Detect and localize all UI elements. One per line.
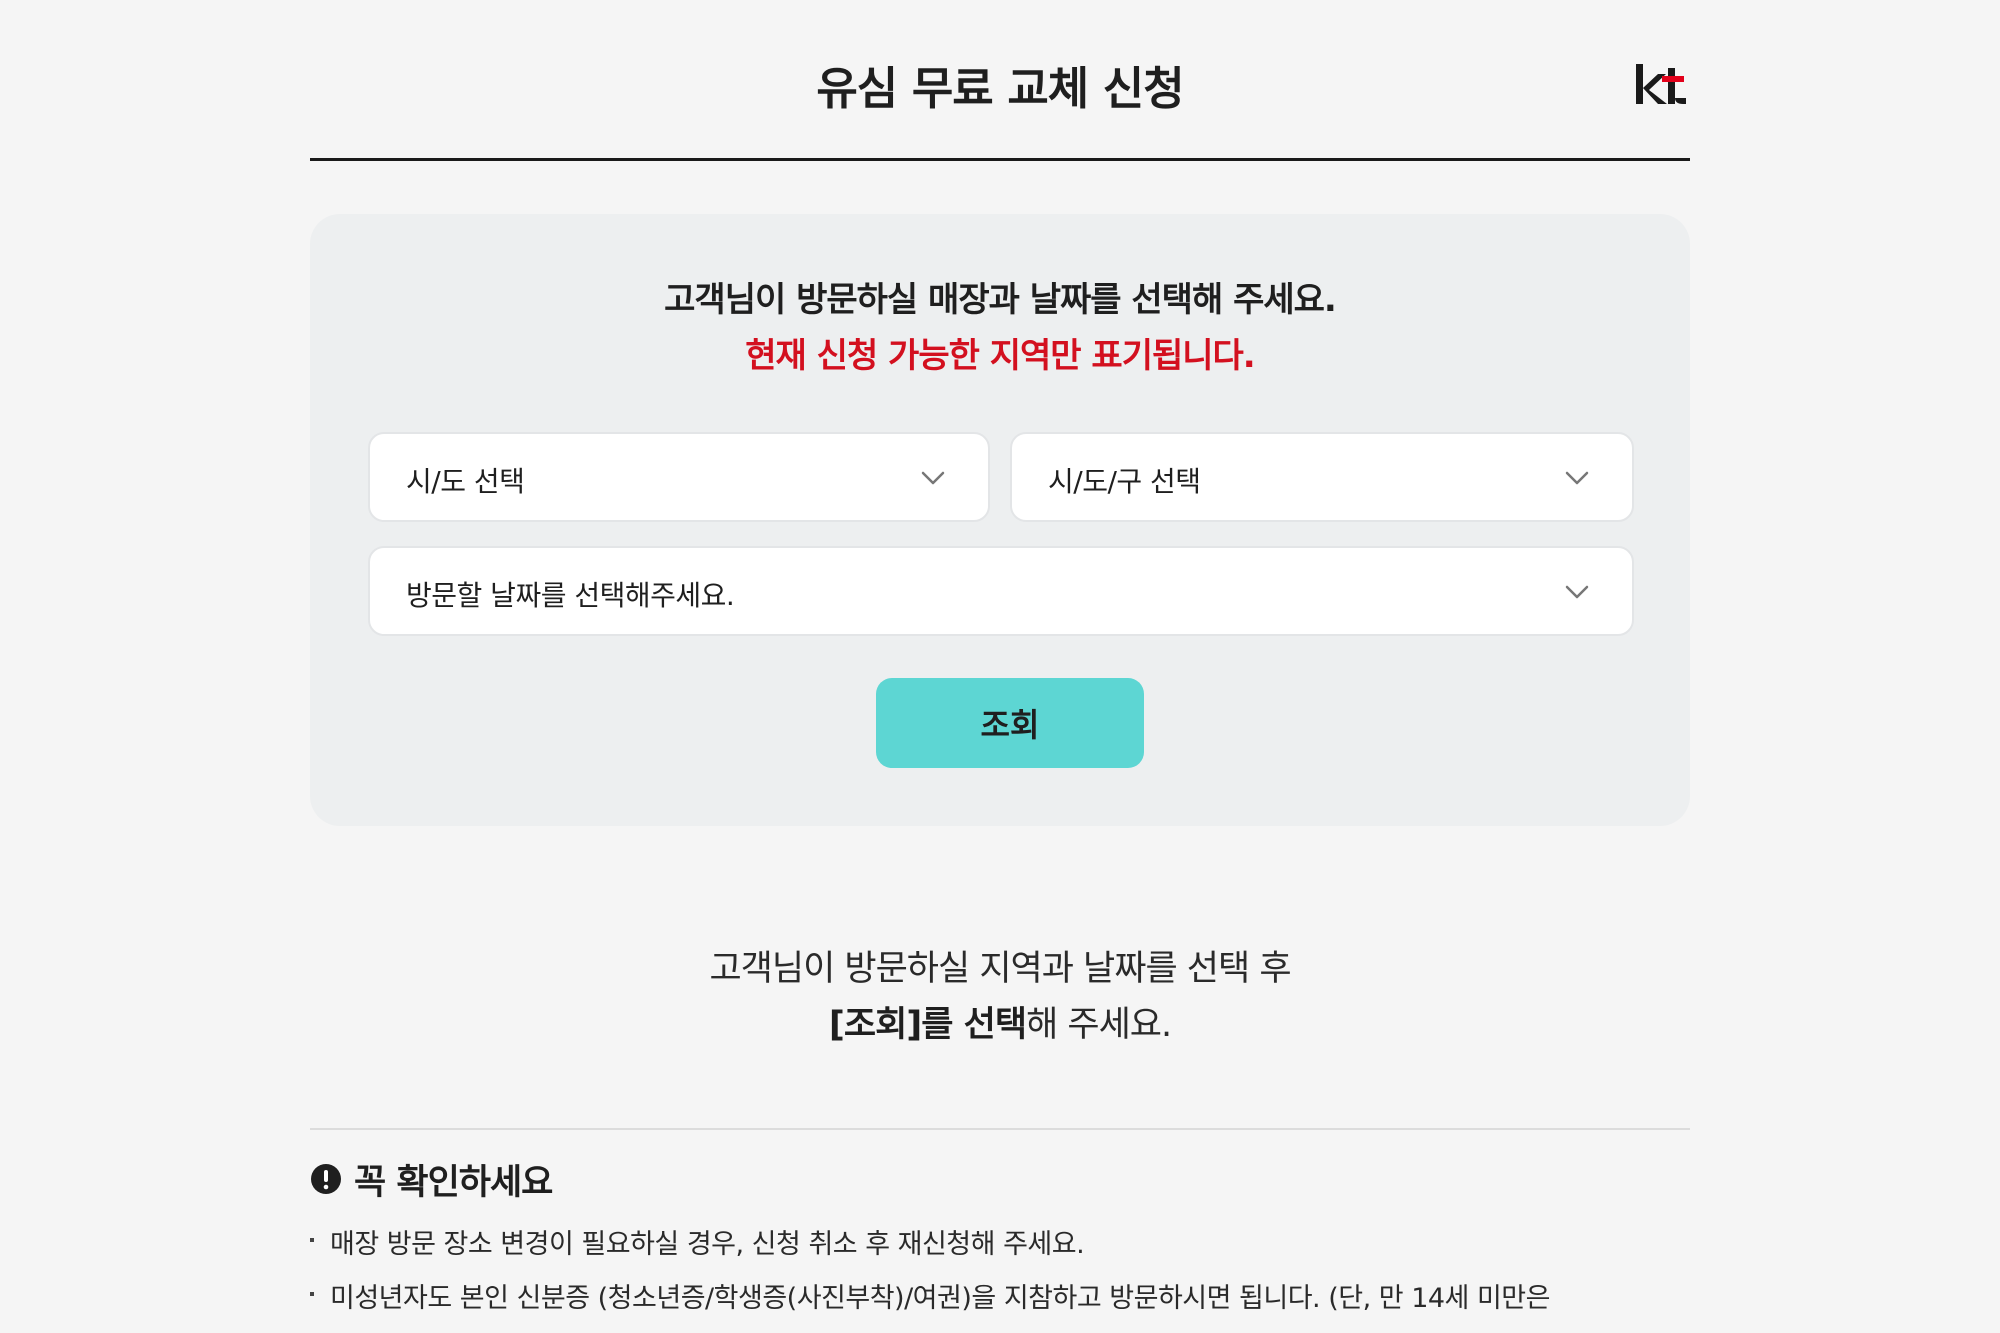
sido-select-value: 시/도 선택	[406, 465, 525, 498]
gu-select[interactable]: 시/도/구 선택	[1010, 432, 1634, 522]
notice-title: 꼭 확인하세요	[354, 1162, 553, 1203]
chevron-down-icon	[921, 471, 945, 485]
notice-list: 매장 방문 장소 변경이 필요하실 경우, 신청 취소 후 재신청해 주세요. …	[310, 1228, 1690, 1333]
available-region-notice: 현재 신청 가능한 지역만 표기됩니다.	[745, 336, 1255, 376]
store-select-panel: 고객님이 방문하실 매장과 날짜를 선택해 주세요. 현재 신청 가능한 지역만…	[310, 214, 1690, 826]
page-title: 유심 무료 교체 신청	[816, 62, 1184, 115]
chevron-down-icon	[1565, 585, 1589, 599]
header: 유심 무료 교체 신청	[310, 40, 1690, 161]
guide-text-rest: 해 주세요.	[1026, 1005, 1172, 1045]
notice-item: 미성년자도 본인 신분증 (청소년증/학생증(사진부착)/여권)을 지참하고 방…	[310, 1282, 1690, 1316]
gu-select-value: 시/도/구 선택	[1048, 465, 1201, 498]
section-divider	[310, 1128, 1690, 1130]
page: 유심 무료 교체 신청 고객님이 방문하실 매장과 날짜를 선택해 주세요. 현…	[0, 0, 2000, 1333]
guide-text-emphasis: [조회]를 선택	[828, 1005, 1027, 1045]
visit-date-select[interactable]: 방문할 날짜를 선택해주세요.	[368, 546, 1634, 636]
notice-item: 매장 방문 장소 변경이 필요하실 경우, 신청 취소 후 재신청해 주세요.	[310, 1228, 1690, 1262]
sido-select[interactable]: 시/도 선택	[368, 432, 990, 522]
guide-text-line-1: 고객님이 방문하실 지역과 날짜를 선택 후	[709, 949, 1291, 989]
kt-logo	[1634, 60, 1690, 112]
visit-date-select-value: 방문할 날짜를 선택해주세요.	[406, 579, 735, 612]
notice-heading: 꼭 확인하세요	[310, 1154, 553, 1204]
chevron-down-icon	[1565, 471, 1589, 485]
kt-logo-mark	[1636, 64, 1686, 104]
search-button[interactable]: 조회	[876, 678, 1144, 768]
exclamation-circle-icon	[311, 1164, 341, 1194]
panel-heading: 고객님이 방문하실 매장과 날짜를 선택해 주세요.	[664, 280, 1337, 320]
guide-text-line-2: [조회]를 선택해 주세요.	[310, 996, 1690, 1047]
